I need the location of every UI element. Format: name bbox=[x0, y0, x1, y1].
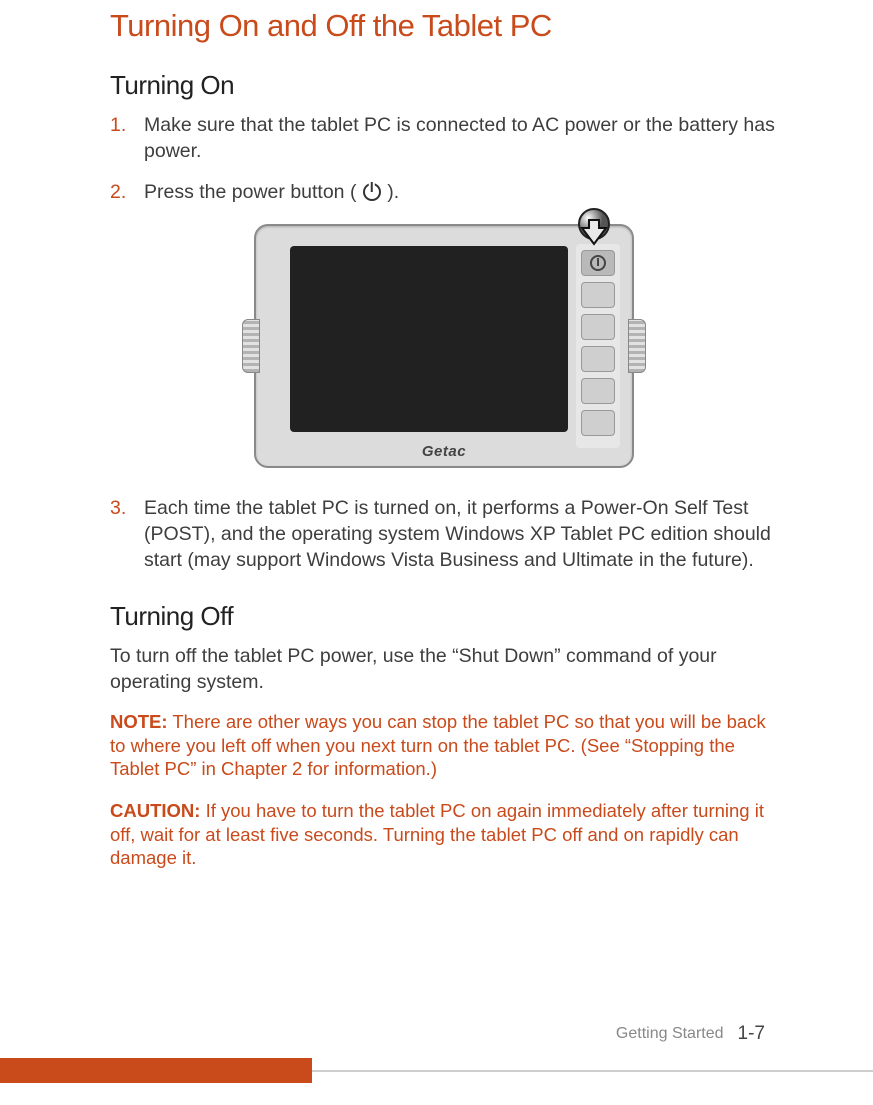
turning-on-steps-cont: Each time the tablet PC is turned on, it… bbox=[110, 496, 778, 573]
caution-text: If you have to turn the tablet PC on aga… bbox=[110, 800, 764, 868]
hw-button bbox=[581, 346, 615, 372]
page-title: Turning On and Off the Tablet PC bbox=[110, 0, 778, 44]
hw-button bbox=[581, 314, 615, 340]
heading-turning-off: Turning Off bbox=[110, 601, 778, 632]
brand-label: Getac bbox=[256, 443, 632, 460]
footer-divider bbox=[312, 1070, 873, 1072]
list-item: Each time the tablet PC is turned on, it… bbox=[110, 496, 778, 573]
footer-section: Getting Started bbox=[616, 1025, 724, 1043]
heading-turning-on: Turning On bbox=[110, 70, 778, 101]
tablet-screen bbox=[290, 246, 568, 432]
list-item: Make sure that the tablet PC is connecte… bbox=[110, 113, 778, 164]
power-icon bbox=[363, 183, 381, 201]
hw-button bbox=[581, 410, 615, 436]
turning-off-body: To turn off the tablet PC power, use the… bbox=[110, 644, 778, 695]
note-label: NOTE: bbox=[110, 711, 168, 732]
figure-tablet: Getac bbox=[110, 224, 778, 468]
page-number: 1-7 bbox=[738, 1023, 765, 1045]
hw-button bbox=[581, 378, 615, 404]
note: NOTE: There are other ways you can stop … bbox=[110, 710, 778, 781]
tablet-illustration: Getac bbox=[254, 224, 634, 468]
footer: Getting Started 1-7 bbox=[616, 1023, 765, 1045]
turning-on-steps: Make sure that the tablet PC is connecte… bbox=[110, 113, 778, 206]
caution: CAUTION: If you have to turn the tablet … bbox=[110, 799, 778, 870]
button-strip bbox=[576, 244, 620, 448]
caution-label: CAUTION: bbox=[110, 800, 200, 821]
list-item: Press the power button ( ). bbox=[110, 180, 778, 206]
pointer-arrow-icon bbox=[574, 208, 614, 262]
footer-accent-bar bbox=[0, 1058, 312, 1083]
hw-button bbox=[581, 282, 615, 308]
note-text: There are other ways you can stop the ta… bbox=[110, 711, 766, 779]
